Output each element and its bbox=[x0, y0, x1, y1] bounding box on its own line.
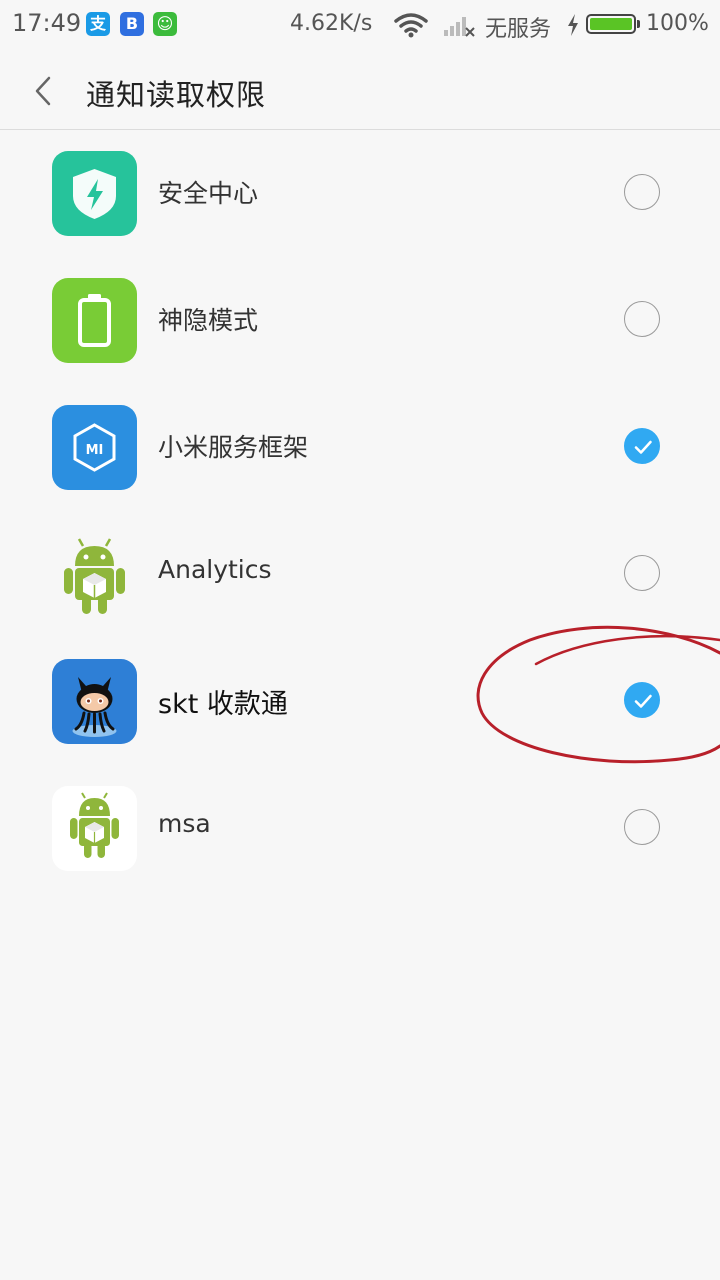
signal-icon bbox=[444, 17, 475, 37]
app-label: Analytics bbox=[158, 555, 272, 584]
header-bar: 通知读取权限 bbox=[0, 52, 720, 130]
battery-fill bbox=[590, 18, 632, 30]
app-label: msa bbox=[158, 809, 211, 838]
security-center-icon bbox=[52, 151, 137, 236]
battery-percent: 100% bbox=[646, 11, 709, 36]
chevron-left-icon bbox=[35, 76, 51, 106]
list-item[interactable]: MI 小米服务框架 bbox=[0, 384, 720, 511]
app-label: 小米服务框架 bbox=[158, 433, 309, 462]
status-time: 17:49 bbox=[12, 9, 82, 37]
wechat-icon: ☺ bbox=[153, 12, 177, 36]
checkbox-unchecked[interactable] bbox=[624, 555, 660, 591]
page-title: 通知读取权限 bbox=[86, 78, 267, 112]
app-label: 神隐模式 bbox=[158, 306, 259, 335]
alipay-icon: 支 bbox=[86, 12, 110, 36]
list-item[interactable]: 神隐模式 bbox=[0, 257, 720, 384]
carrier-label: 无服务 bbox=[485, 17, 552, 42]
checkbox-unchecked[interactable] bbox=[624, 809, 660, 845]
android-icon bbox=[52, 532, 137, 617]
checkbox-checked[interactable] bbox=[624, 428, 660, 464]
android-icon bbox=[52, 786, 137, 871]
list-item[interactable]: msa bbox=[0, 765, 720, 892]
svg-text:MI: MI bbox=[86, 443, 104, 458]
checkmark-icon bbox=[634, 694, 652, 708]
app-label: 安全中心 bbox=[158, 179, 259, 208]
network-speed: 4.62K/s bbox=[290, 11, 373, 36]
octocat-icon bbox=[52, 659, 137, 744]
wifi-icon bbox=[394, 13, 428, 38]
checkmark-icon bbox=[634, 440, 652, 454]
checkbox-checked[interactable] bbox=[624, 682, 660, 718]
app-label: skt 收款通 bbox=[158, 689, 288, 720]
list-item[interactable]: 安全中心 bbox=[0, 130, 720, 257]
baidu-icon: B bbox=[120, 12, 144, 36]
list-item[interactable]: Analytics bbox=[0, 511, 720, 638]
battery-tip bbox=[637, 20, 640, 28]
mi-service-framework-icon: MI bbox=[52, 405, 137, 490]
battery-icon bbox=[586, 14, 636, 34]
status-bar: 17:49 支 B ☺ 4.62K/s 无服务 100% bbox=[0, 0, 720, 52]
list-item[interactable]: skt 收款通 bbox=[0, 638, 720, 765]
battery-saver-icon bbox=[52, 278, 137, 363]
checkbox-unchecked[interactable] bbox=[624, 174, 660, 210]
charging-icon bbox=[568, 14, 578, 36]
checkbox-unchecked[interactable] bbox=[624, 301, 660, 337]
back-button[interactable] bbox=[20, 66, 68, 114]
